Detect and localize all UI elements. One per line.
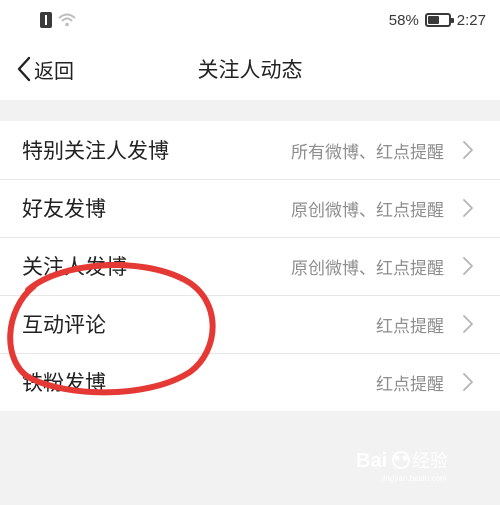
item-label: 互动评论: [22, 313, 106, 337]
item-value: 原创微博、红点提醒: [291, 258, 444, 279]
chevron-right-icon: [462, 256, 474, 276]
item-value: 红点提醒: [376, 316, 444, 337]
status-right: 58% 2:27: [389, 9, 486, 31]
clock: 2:27: [456, 11, 486, 29]
list-item-interaction-comments[interactable]: 互动评论 红点提醒: [0, 295, 500, 353]
baidu-jingyan-watermark: Bai 经验 jingyan.baidu.com: [354, 445, 472, 485]
settings-list: 特别关注人发博 所有微博、红点提醒 好友发博 原创微博、红点提醒 关注人发博 原…: [0, 121, 500, 411]
status-left: [40, 10, 76, 30]
sim-card-icon: [40, 12, 52, 28]
chevron-right-icon: [462, 372, 474, 392]
chevron-right-icon: [462, 140, 474, 160]
battery-fill: [427, 16, 440, 24]
page-title: 关注人动态: [197, 58, 303, 82]
battery-icon: [424, 13, 454, 27]
list-item-friends[interactable]: 好友发博 原创微博、红点提醒: [0, 179, 500, 237]
chevron-right-icon: [462, 314, 474, 334]
item-label: 铁粉发博: [22, 371, 106, 395]
list-item-followed[interactable]: 关注人发博 原创微博、红点提醒: [0, 237, 500, 295]
nav-bar: 返回 关注人动态: [0, 44, 500, 94]
watermark-text: Bai: [356, 450, 387, 472]
screen: 58% 2:27 返回 关注人动态 特别关注人发博 所有微博、红点提醒 好友发博…: [0, 0, 500, 505]
status-bar: 58% 2:27: [0, 0, 500, 40]
item-value: 原创微博、红点提醒: [291, 200, 444, 221]
chevron-right-icon: [462, 198, 474, 218]
list-item-special-follow[interactable]: 特别关注人发博 所有微博、红点提醒: [0, 121, 500, 179]
svg-text:经验: 经验: [412, 451, 448, 472]
item-label: 关注人发博: [22, 255, 127, 279]
wifi-icon: [58, 13, 76, 27]
watermark-url: jingyan.baidu.com: [381, 474, 447, 483]
item-value: 所有微博、红点提醒: [291, 142, 444, 163]
item-label: 好友发博: [22, 197, 106, 221]
list-item-iron-fans[interactable]: 铁粉发博 红点提醒: [0, 353, 500, 411]
header-area: 58% 2:27 返回 关注人动态: [0, 0, 500, 100]
battery-percent: 58%: [388, 11, 419, 29]
item-label: 特别关注人发博: [22, 139, 169, 163]
item-value: 红点提醒: [376, 374, 444, 395]
